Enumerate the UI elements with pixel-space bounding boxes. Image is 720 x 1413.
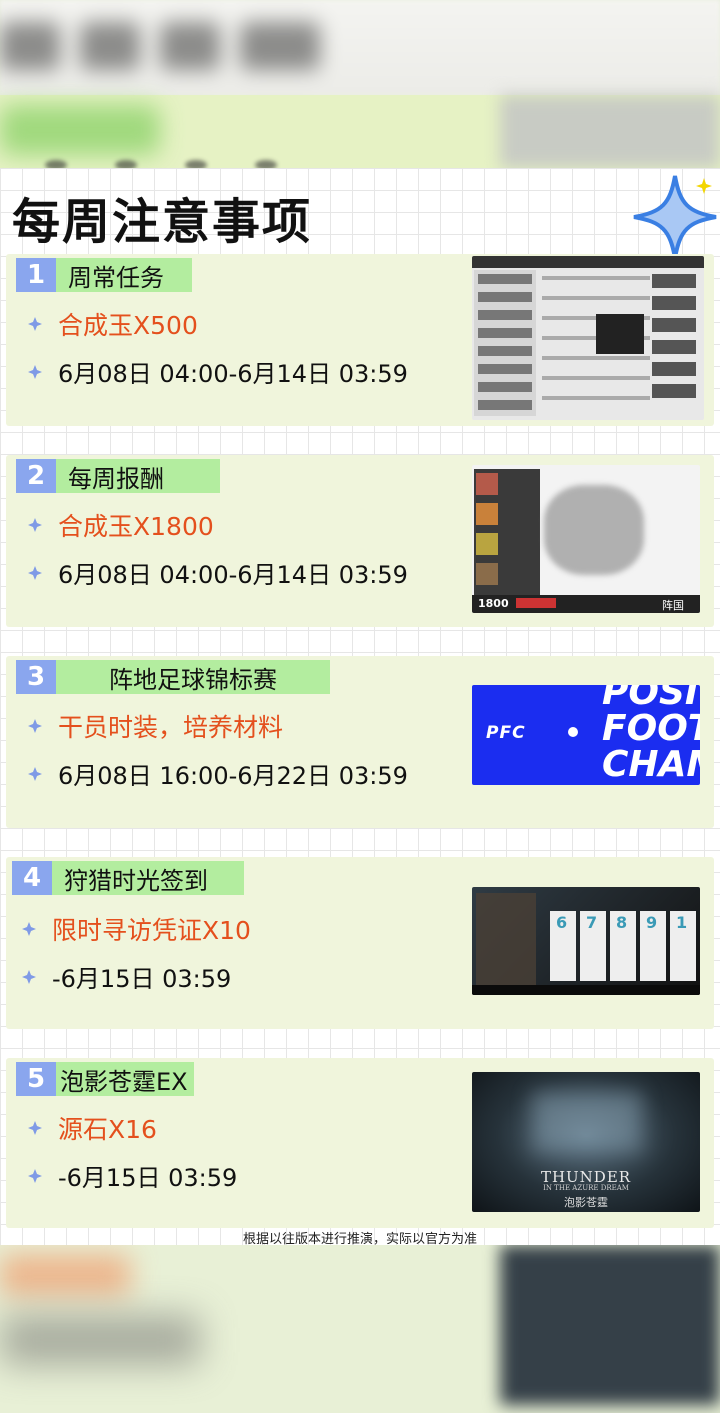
flower-bullet-icon (28, 1121, 42, 1135)
reward-text: 干员时装，培养材料 (58, 713, 284, 742)
section-thunder-ex: 5 泡影苍霆EX 源石X16 -6月15日 03:59 THUNDER IN T… (6, 1058, 714, 1228)
pfc-text-line: CHAM (602, 744, 700, 785)
date-row: -6月15日 03:59 (28, 1158, 237, 1193)
blurred-footer (0, 1245, 720, 1413)
section-header: 4 狩猎时光签到 (12, 861, 244, 895)
flower-bullet-icon (28, 1168, 42, 1183)
reward-row: 干员时装，培养材料 (28, 708, 283, 744)
section-hunting-checkin: 4 狩猎时光签到 限时寻访凭证X10 -6月15日 03:59 6 7 8 9 … (6, 857, 714, 1029)
section-header: 3 阵地足球锦标赛 (16, 660, 330, 694)
reward-text: 合成玉X500 (58, 311, 198, 340)
card-number: 6 (556, 913, 568, 932)
page-title: 每周注意事项 (12, 194, 313, 250)
section-number: 4 (12, 861, 52, 895)
date-range: 6月08日 04:00-6月14日 03:59 (58, 360, 408, 388)
pfc-text-line: FOOT (602, 708, 700, 749)
reward-text: 合成玉X1800 (58, 512, 214, 541)
date-range: 6月08日 16:00-6月22日 03:59 (58, 762, 408, 790)
section-number: 3 (16, 660, 56, 694)
section-header: 1 周常任务 (16, 258, 192, 292)
flower-bullet-icon (22, 922, 36, 936)
section-label: 每周报酬 (56, 459, 220, 493)
flower-bullet-icon (22, 969, 36, 984)
flower-bullet-icon (28, 518, 42, 532)
blurred-header (0, 0, 720, 168)
checkin-screenshot: 6 7 8 9 1 (472, 887, 700, 995)
reward-row: 限时寻访凭证X10 (22, 911, 251, 947)
section-label: 阵地足球锦标赛 (56, 660, 330, 694)
pfc-logo: PFC (486, 723, 526, 743)
thunder-subtitle: IN THE AZURE DREAM (543, 1184, 629, 1192)
reward-row: 合成玉X500 (28, 306, 198, 342)
section-number: 5 (16, 1062, 56, 1096)
flower-bullet-icon (28, 565, 42, 580)
weekly-tasks-screenshot (472, 256, 704, 420)
flower-bullet-icon (28, 766, 42, 781)
reward-row: 源石X16 (28, 1110, 157, 1146)
flower-bullet-icon (28, 719, 42, 733)
reward-text: 源石X16 (58, 1115, 157, 1144)
reward-row: 合成玉X1800 (28, 507, 214, 543)
date-range: -6月15日 03:59 (52, 965, 232, 993)
date-row: 6月08日 04:00-6月14日 03:59 (28, 354, 408, 389)
date-range: 6月08日 04:00-6月14日 03:59 (58, 561, 408, 589)
card-number: 7 (586, 913, 598, 932)
date-row: -6月15日 03:59 (22, 959, 231, 994)
card-number: 9 (646, 913, 658, 932)
date-row: 6月08日 16:00-6月22日 03:59 (28, 756, 408, 791)
date-range: -6月15日 03:59 (58, 1164, 238, 1192)
section-label: 周常任务 (56, 258, 192, 292)
thunder-cn-title: 泡影苍霆 (564, 1196, 608, 1209)
flower-bullet-icon (28, 317, 42, 331)
thunder-banner: THUNDER IN THE AZURE DREAM 泡影苍霆 (472, 1072, 700, 1212)
section-weekly-reward: 2 每周报酬 合成玉X1800 6月08日 04:00-6月14日 03:59 … (6, 455, 714, 627)
section-number: 2 (16, 459, 56, 493)
map-region-label: 阵国 (662, 599, 684, 612)
weekly-notice-card: 每周注意事项 1 周常任务 合成玉X500 6月08日 04:00-6月14日 … (0, 168, 720, 1247)
section-weekly-tasks: 1 周常任务 合成玉X500 6月08日 04:00-6月14日 03:59 (6, 254, 714, 426)
section-header: 2 每周报酬 (16, 459, 220, 493)
flower-bullet-icon (28, 364, 42, 379)
section-label: 泡影苍霆EX (56, 1062, 194, 1096)
card-number: 8 (616, 913, 628, 932)
map-screenshot: 1800 阵国 (472, 465, 700, 613)
section-number: 1 (16, 258, 56, 292)
section-football-championship: 3 阵地足球锦标赛 干员时装，培养材料 6月08日 16:00-6月22日 03… (6, 656, 714, 828)
section-label: 狩猎时光签到 (52, 861, 244, 895)
reward-text: 限时寻访凭证X10 (52, 916, 251, 945)
football-banner: PFC POSI FOOT CHAM (472, 685, 700, 785)
section-header: 5 泡影苍霆EX (16, 1062, 194, 1096)
card-number: 1 (676, 913, 688, 932)
map-counter: 1800 (478, 597, 509, 610)
date-row: 6月08日 04:00-6月14日 03:59 (28, 555, 408, 590)
sparkle-star-icon (633, 175, 717, 259)
